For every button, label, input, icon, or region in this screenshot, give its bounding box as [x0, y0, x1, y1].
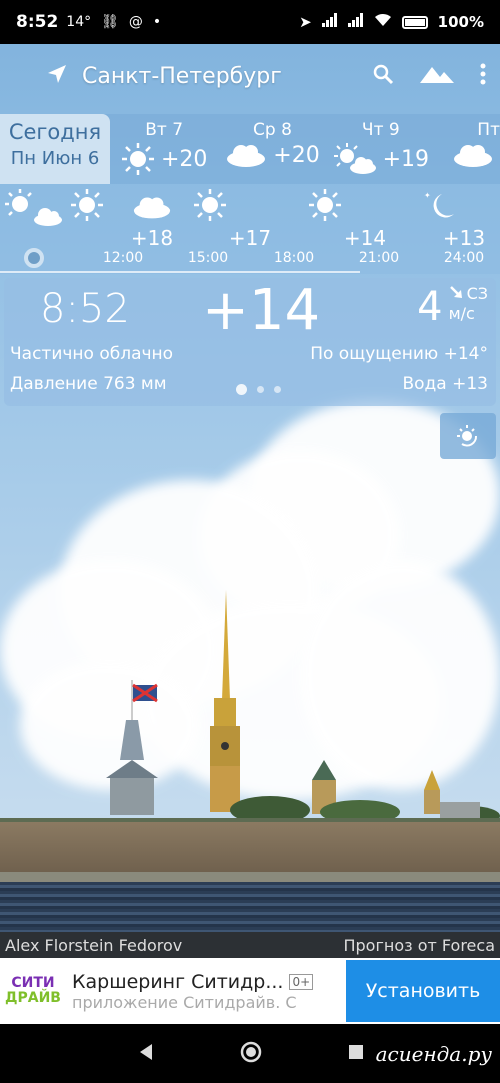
battery-icon — [401, 15, 428, 29]
system-nav-bar: асиенда.ру — [0, 1024, 500, 1083]
sun-icon — [121, 143, 154, 175]
dot-icon: • — [152, 14, 162, 30]
day-temp: +19 — [382, 146, 430, 172]
cloud-icon — [133, 197, 171, 219]
hour-temp: +17 — [228, 226, 272, 250]
sun-cloud-icon — [5, 189, 62, 226]
today-label: Сегодня — [8, 120, 102, 144]
condition-text: Частично облачно — [10, 344, 174, 364]
sun-cloud-icon — [333, 143, 376, 174]
fortress-illustration — [106, 590, 500, 832]
ad-subtitle: приложение Ситидрайв. С — [72, 992, 297, 1012]
cloud-icon — [453, 145, 492, 167]
day-item[interactable]: Чт 9 +19 — [327, 114, 435, 184]
wind-direction: СЗ — [466, 284, 488, 303]
link-icon: ⛓ — [101, 14, 119, 30]
age-rating-badge: 0+ — [289, 973, 314, 990]
page-dot — [257, 386, 264, 393]
city-name[interactable]: Санкт-Петербург — [82, 64, 282, 89]
daily-forecast-strip: Сегодня Пн Июн 6 Вт 7 +20 Ср 8 +20 Чт 9 … — [0, 114, 500, 184]
battery-level: 100% — [437, 13, 484, 31]
page-dot — [274, 386, 281, 393]
ad-logo-line1: СИТИ — [11, 975, 55, 991]
hour-time: 24:00 — [443, 250, 485, 266]
at-icon: @ — [128, 14, 143, 30]
sun-moon-info-button[interactable] — [440, 413, 496, 459]
hourly-progress-line — [0, 271, 360, 273]
location-icon: ➤ — [299, 13, 312, 31]
landscape-icon[interactable] — [420, 63, 454, 89]
moon-icon: ✦ — [424, 191, 454, 218]
current-clock: 8:52 — [40, 286, 130, 332]
svg-text:✦: ✦ — [424, 191, 431, 200]
sun-icon — [194, 189, 226, 221]
day-name: Вт 7 — [145, 120, 184, 140]
hour-temp: +13 — [442, 226, 486, 250]
water-temp-text: Вода +13 — [402, 374, 488, 394]
status-bar: 8:52 14° ⛓ @ • ➤ 100% — [0, 0, 500, 44]
hourly-forecast-strip[interactable]: ✦ +18 +17 +14 +13 12:00 15:00 18:00 21:0… — [0, 184, 500, 274]
pressure-text: Давление 763 мм — [10, 374, 167, 394]
sun-orbit-icon — [457, 425, 477, 447]
watermark: асиенда.ру — [375, 1041, 492, 1066]
current-weather-card[interactable]: 8:52 +14 4 СЗ м/с Частично облачно По ощ… — [4, 278, 496, 406]
hour-time: 18:00 — [273, 250, 315, 266]
ad-logo-line2: ДРАЙВ — [5, 990, 61, 1006]
status-time: 8:52 — [16, 12, 59, 32]
recents-icon[interactable] — [348, 1044, 364, 1064]
back-icon[interactable] — [138, 1043, 154, 1065]
hour-temp: +18 — [130, 226, 174, 250]
ad-banner[interactable]: СИТИ ДРАЙВ Каршеринг Ситидр... 0+ прилож… — [0, 958, 500, 1024]
page-dot-active — [236, 384, 247, 395]
sun-icon — [71, 189, 103, 221]
wind-speed: 4 — [417, 284, 443, 330]
ad-title: Каршеринг Ситидр... — [72, 970, 284, 993]
current-temperature: +14 — [202, 278, 321, 343]
search-icon[interactable] — [372, 63, 394, 89]
day-name: Пт — [477, 120, 500, 140]
day-item[interactable]: Пт — [435, 114, 500, 184]
cloud-icon — [227, 145, 266, 167]
wind-unit: м/с — [448, 304, 475, 323]
day-item[interactable]: Ср 8 +20 — [218, 114, 326, 184]
hour-time: 15:00 — [187, 250, 229, 266]
today-date: Пн Июн 6 — [10, 148, 100, 169]
day-temp: +20 — [160, 146, 208, 172]
sun-icon — [309, 189, 341, 221]
signal-icon-2 — [347, 13, 364, 31]
wifi-icon — [374, 13, 392, 31]
photo-author[interactable]: Alex Florstein Fedorov — [5, 936, 182, 955]
day-item[interactable]: Вт 7 +20 — [110, 114, 218, 184]
wind-direction-arrow-icon — [449, 284, 463, 304]
app-toolbar: Санкт-Петербург — [0, 44, 500, 108]
forecast-provider[interactable]: Прогноз от Foreca — [343, 936, 495, 955]
hour-time: 12:00 — [102, 250, 144, 266]
more-menu-icon[interactable] — [480, 63, 486, 89]
status-temp: 14° — [66, 14, 92, 30]
ad-logo: СИТИ ДРАЙВ — [0, 958, 66, 1024]
day-name: Ср 8 — [253, 120, 292, 140]
day-name: Чт 9 — [361, 120, 400, 140]
credits-bar: Alex Florstein Fedorov Прогноз от Foreca — [0, 932, 500, 958]
hour-time: 21:00 — [358, 250, 400, 266]
install-button[interactable]: Установить — [346, 960, 500, 1022]
tab-today[interactable]: Сегодня Пн Июн 6 — [0, 114, 110, 184]
signal-icon — [321, 13, 338, 31]
wind-info: 4 СЗ м/с — [417, 284, 488, 330]
navigation-arrow-icon[interactable] — [46, 63, 68, 89]
page-indicator — [236, 384, 281, 395]
home-icon[interactable] — [240, 1041, 262, 1067]
feels-like-text: По ощущению +14° — [310, 344, 488, 364]
day-temp: +20 — [273, 142, 320, 168]
hour-temp: +14 — [343, 226, 387, 250]
